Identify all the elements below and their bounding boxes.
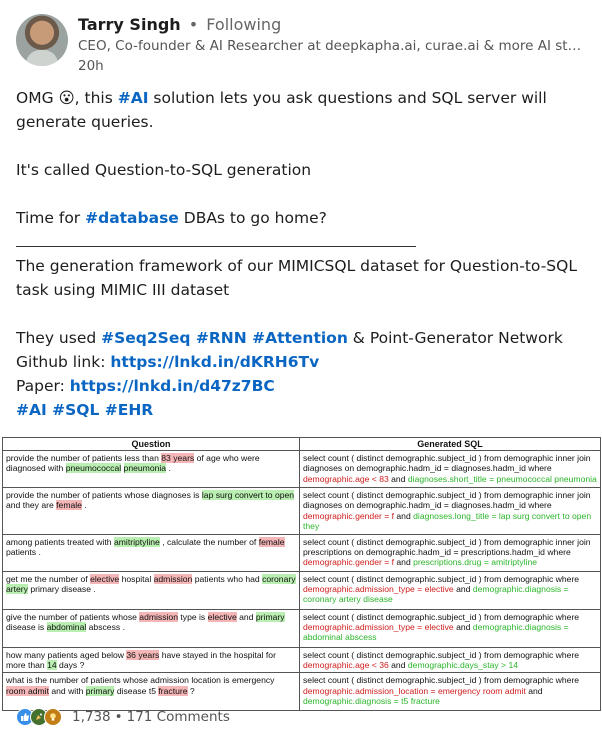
sql-cell: select count ( distinct demographic.subj… [299,672,601,712]
column-header: Generated SQL [299,437,601,451]
hashtag-ai[interactable]: #AI [118,89,149,107]
hashtags-end[interactable]: #AI #SQL #EHR [16,401,153,419]
question-cell: how many patients aged below 36 years ha… [2,646,300,674]
separator-dot: • [188,15,199,34]
table-row: give the number of patients whose admiss… [2,608,601,648]
sql-cell: select count ( distinct demographic.subj… [299,533,601,572]
post-line: OMG 😮, this #AI solution lets you ask qu… [16,86,591,134]
column-header: Question [2,437,300,451]
text: They used [16,329,102,347]
author-line: Tarry Singh • Following [78,14,281,36]
sql-cell: select count ( distinct demographic.subj… [299,450,601,488]
github-line: Github link: https://lnkd.in/dKRH6Tv [16,350,591,374]
post-line: They used #Seq2Seq #RNN #Attention & Poi… [16,326,591,350]
table-row: get me the number of elective hospital a… [2,570,601,610]
question-cell: provide the number of patients less than… [2,450,300,488]
table-row: how many patients aged below 36 years ha… [2,646,601,674]
post-time: 20h [78,58,104,74]
reaction-count[interactable]: 1,738 [72,709,111,725]
post-line: Time for #database DBAs to go home? [16,206,591,230]
text: Github link: [16,353,111,371]
separator-dot: • [114,709,123,725]
table-row: provide the number of patients whose dia… [2,487,601,535]
divider-line [16,230,591,254]
text: & Point-Generator Network [347,329,563,347]
post-image[interactable]: Question Generated SQL provide the numbe… [2,437,601,712]
question-sql-table: Question Generated SQL provide the numbe… [2,437,601,712]
question-cell: among patients treated with amitriptylin… [2,533,300,572]
social-counts: 1,738 • 171 Comments [16,706,230,728]
author-name[interactable]: Tarry Singh [78,15,181,34]
post-line: The generation framework of our MIMICSQL… [16,257,577,299]
question-cell: give the number of patients whose admiss… [2,608,300,648]
question-cell: get me the number of elective hospital a… [2,570,300,610]
avatar[interactable] [16,14,68,66]
hashtags[interactable]: #Seq2Seq #RNN #Attention [101,329,348,347]
comments-count[interactable]: 171 Comments [127,709,230,725]
sql-cell: select count ( distinct demographic.subj… [299,646,601,674]
insightful-icon [44,708,62,726]
follow-status[interactable]: Following [206,15,281,34]
post-text: OMG 😮, this #AI solution lets you ask qu… [16,86,591,422]
sql-cell: select count ( distinct demographic.subj… [299,608,601,648]
question-cell: provide the number of patients whose dia… [2,487,300,535]
sql-cell: select count ( distinct demographic.subj… [299,487,601,535]
hashtags-line: #AI #SQL #EHR [16,398,591,422]
table-row: among patients treated with amitriptylin… [2,533,601,572]
sql-cell: select count ( distinct demographic.subj… [299,570,601,610]
post-header: Tarry Singh • Following CEO, Co-founder … [16,12,596,76]
post-line: It's called Question-to-SQL generation [16,161,312,179]
author-headline: CEO, Co-founder & AI Researcher at deepk… [78,38,582,54]
github-link[interactable]: https://lnkd.in/dKRH6Tv [110,353,319,371]
text: DBAs to go home? [178,209,327,227]
text: Time for [16,209,86,227]
reactions[interactable] [16,708,62,726]
table-row: provide the number of patients less than… [2,450,601,488]
hashtag-database[interactable]: #database [85,209,179,227]
text: OMG 😮, this [16,89,118,107]
paper-line: Paper: https://lnkd.in/d47z7BC [16,374,591,398]
paper-link[interactable]: https://lnkd.in/d47z7BC [70,377,275,395]
text: Paper: [16,377,70,395]
